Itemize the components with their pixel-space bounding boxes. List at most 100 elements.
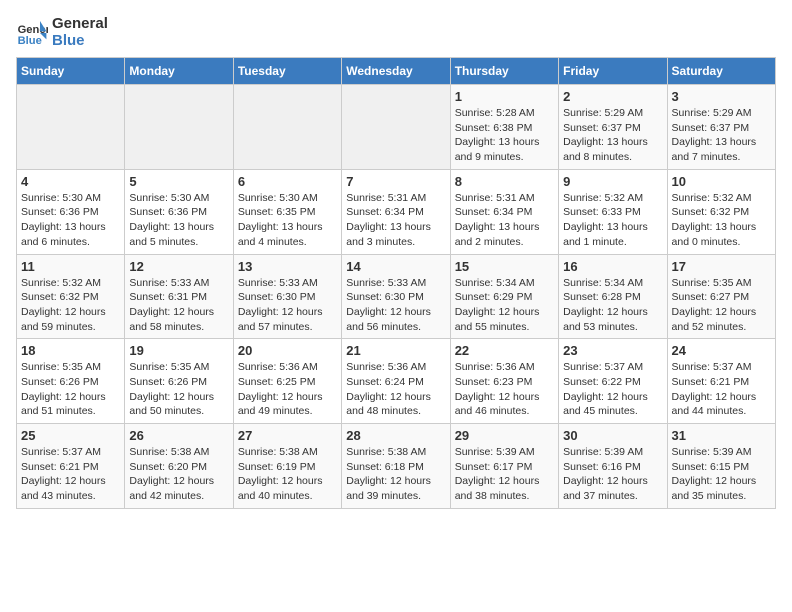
page-header: General Blue General Blue bbox=[16, 16, 776, 49]
day-info: Sunrise: 5:28 AMSunset: 6:38 PMDaylight:… bbox=[455, 106, 554, 165]
day-info: Sunrise: 5:37 AMSunset: 6:22 PMDaylight:… bbox=[563, 360, 662, 419]
header-cell-wednesday: Wednesday bbox=[342, 58, 450, 85]
calendar-cell: 1 Sunrise: 5:28 AMSunset: 6:38 PMDaylight… bbox=[450, 85, 558, 170]
day-info: Sunrise: 5:33 AMSunset: 6:30 PMDaylight:… bbox=[238, 276, 337, 335]
calendar-cell: 4 Sunrise: 5:30 AMSunset: 6:36 PMDaylight… bbox=[17, 169, 125, 254]
day-number: 24 bbox=[672, 343, 771, 358]
day-info: Sunrise: 5:36 AMSunset: 6:25 PMDaylight:… bbox=[238, 360, 337, 419]
day-info: Sunrise: 5:34 AMSunset: 6:29 PMDaylight:… bbox=[455, 276, 554, 335]
day-info: Sunrise: 5:39 AMSunset: 6:17 PMDaylight:… bbox=[455, 445, 554, 504]
calendar-week-2: 4 Sunrise: 5:30 AMSunset: 6:36 PMDaylight… bbox=[17, 169, 776, 254]
day-info: Sunrise: 5:30 AMSunset: 6:36 PMDaylight:… bbox=[21, 191, 120, 250]
header-cell-thursday: Thursday bbox=[450, 58, 558, 85]
calendar-cell: 16 Sunrise: 5:34 AMSunset: 6:28 PMDayligh… bbox=[559, 254, 667, 339]
calendar-table: SundayMondayTuesdayWednesdayThursdayFrid… bbox=[16, 57, 776, 509]
header-cell-monday: Monday bbox=[125, 58, 233, 85]
day-number: 18 bbox=[21, 343, 120, 358]
day-number: 14 bbox=[346, 259, 445, 274]
day-info: Sunrise: 5:34 AMSunset: 6:28 PMDaylight:… bbox=[563, 276, 662, 335]
day-info: Sunrise: 5:29 AMSunset: 6:37 PMDaylight:… bbox=[563, 106, 662, 165]
day-number: 20 bbox=[238, 343, 337, 358]
day-number: 19 bbox=[129, 343, 228, 358]
calendar-cell: 24 Sunrise: 5:37 AMSunset: 6:21 PMDayligh… bbox=[667, 339, 775, 424]
day-number: 22 bbox=[455, 343, 554, 358]
calendar-cell: 10Sunrise: 5:32 AMSunset: 6:32 PMDayligh… bbox=[667, 169, 775, 254]
logo-icon: General Blue bbox=[16, 17, 48, 49]
header-cell-saturday: Saturday bbox=[667, 58, 775, 85]
day-info: Sunrise: 5:30 AMSunset: 6:36 PMDaylight:… bbox=[129, 191, 228, 250]
day-info: Sunrise: 5:31 AMSunset: 6:34 PMDaylight:… bbox=[346, 191, 445, 250]
calendar-header: SundayMondayTuesdayWednesdayThursdayFrid… bbox=[17, 58, 776, 85]
calendar-cell: 21Sunrise: 5:36 AMSunset: 6:24 PMDayligh… bbox=[342, 339, 450, 424]
day-info: Sunrise: 5:39 AMSunset: 6:15 PMDaylight:… bbox=[672, 445, 771, 504]
day-info: Sunrise: 5:33 AMSunset: 6:30 PMDaylight:… bbox=[346, 276, 445, 335]
day-number: 1 bbox=[455, 89, 554, 104]
day-number: 3 bbox=[672, 89, 771, 104]
day-info: Sunrise: 5:32 AMSunset: 6:33 PMDaylight:… bbox=[563, 191, 662, 250]
calendar-cell: 27 Sunrise: 5:38 AMSunset: 6:19 PMDayligh… bbox=[233, 424, 341, 509]
calendar-week-1: 1 Sunrise: 5:28 AMSunset: 6:38 PMDaylight… bbox=[17, 85, 776, 170]
day-info: Sunrise: 5:38 AMSunset: 6:18 PMDaylight:… bbox=[346, 445, 445, 504]
logo-name: General bbox=[52, 16, 108, 33]
day-info: Sunrise: 5:38 AMSunset: 6:20 PMDaylight:… bbox=[129, 445, 228, 504]
day-number: 26 bbox=[129, 428, 228, 443]
calendar-cell: 28 Sunrise: 5:38 AMSunset: 6:18 PMDayligh… bbox=[342, 424, 450, 509]
day-number: 16 bbox=[563, 259, 662, 274]
calendar-cell: 20 Sunrise: 5:36 AMSunset: 6:25 PMDayligh… bbox=[233, 339, 341, 424]
calendar-cell: 8Sunrise: 5:31 AMSunset: 6:34 PMDaylight… bbox=[450, 169, 558, 254]
calendar-cell: 6 Sunrise: 5:30 AMSunset: 6:35 PMDaylight… bbox=[233, 169, 341, 254]
header-cell-sunday: Sunday bbox=[17, 58, 125, 85]
header-cell-friday: Friday bbox=[559, 58, 667, 85]
header-row: SundayMondayTuesdayWednesdayThursdayFrid… bbox=[17, 58, 776, 85]
day-number: 2 bbox=[563, 89, 662, 104]
day-info: Sunrise: 5:37 AMSunset: 6:21 PMDaylight:… bbox=[672, 360, 771, 419]
day-info: Sunrise: 5:39 AMSunset: 6:16 PMDaylight:… bbox=[563, 445, 662, 504]
logo: General Blue General Blue bbox=[16, 16, 108, 49]
day-info: Sunrise: 5:32 AMSunset: 6:32 PMDaylight:… bbox=[672, 191, 771, 250]
calendar-cell: 22 Sunrise: 5:36 AMSunset: 6:23 PMDayligh… bbox=[450, 339, 558, 424]
calendar-cell: 5 Sunrise: 5:30 AMSunset: 6:36 PMDaylight… bbox=[125, 169, 233, 254]
day-number: 27 bbox=[238, 428, 337, 443]
day-number: 30 bbox=[563, 428, 662, 443]
calendar-cell: 31Sunrise: 5:39 AMSunset: 6:15 PMDayligh… bbox=[667, 424, 775, 509]
calendar-cell: 17Sunrise: 5:35 AMSunset: 6:27 PMDayligh… bbox=[667, 254, 775, 339]
calendar-cell: 12 Sunrise: 5:33 AMSunset: 6:31 PMDayligh… bbox=[125, 254, 233, 339]
day-info: Sunrise: 5:38 AMSunset: 6:19 PMDaylight:… bbox=[238, 445, 337, 504]
calendar-cell bbox=[342, 85, 450, 170]
day-info: Sunrise: 5:33 AMSunset: 6:31 PMDaylight:… bbox=[129, 276, 228, 335]
calendar-cell bbox=[125, 85, 233, 170]
calendar-week-5: 25Sunrise: 5:37 AMSunset: 6:21 PMDayligh… bbox=[17, 424, 776, 509]
day-info: Sunrise: 5:35 AMSunset: 6:26 PMDaylight:… bbox=[129, 360, 228, 419]
day-info: Sunrise: 5:31 AMSunset: 6:34 PMDaylight:… bbox=[455, 191, 554, 250]
day-number: 11 bbox=[21, 259, 120, 274]
day-info: Sunrise: 5:32 AMSunset: 6:32 PMDaylight:… bbox=[21, 276, 120, 335]
day-number: 7 bbox=[346, 174, 445, 189]
day-number: 9 bbox=[563, 174, 662, 189]
day-number: 4 bbox=[21, 174, 120, 189]
day-number: 23 bbox=[563, 343, 662, 358]
calendar-cell: 13 Sunrise: 5:33 AMSunset: 6:30 PMDayligh… bbox=[233, 254, 341, 339]
calendar-cell: 11 Sunrise: 5:32 AMSunset: 6:32 PMDayligh… bbox=[17, 254, 125, 339]
day-number: 21 bbox=[346, 343, 445, 358]
day-number: 13 bbox=[238, 259, 337, 274]
calendar-cell: 19 Sunrise: 5:35 AMSunset: 6:26 PMDayligh… bbox=[125, 339, 233, 424]
day-info: Sunrise: 5:35 AMSunset: 6:26 PMDaylight:… bbox=[21, 360, 120, 419]
calendar-cell: 15 Sunrise: 5:34 AMSunset: 6:29 PMDayligh… bbox=[450, 254, 558, 339]
calendar-cell: 23 Sunrise: 5:37 AMSunset: 6:22 PMDayligh… bbox=[559, 339, 667, 424]
day-number: 5 bbox=[129, 174, 228, 189]
calendar-week-3: 11 Sunrise: 5:32 AMSunset: 6:32 PMDayligh… bbox=[17, 254, 776, 339]
day-info: Sunrise: 5:35 AMSunset: 6:27 PMDaylight:… bbox=[672, 276, 771, 335]
day-number: 6 bbox=[238, 174, 337, 189]
day-number: 28 bbox=[346, 428, 445, 443]
calendar-cell: 9 Sunrise: 5:32 AMSunset: 6:33 PMDaylight… bbox=[559, 169, 667, 254]
calendar-cell: 3Sunrise: 5:29 AMSunset: 6:37 PMDaylight… bbox=[667, 85, 775, 170]
calendar-cell: 7 Sunrise: 5:31 AMSunset: 6:34 PMDaylight… bbox=[342, 169, 450, 254]
calendar-cell: 18 Sunrise: 5:35 AMSunset: 6:26 PMDayligh… bbox=[17, 339, 125, 424]
day-number: 12 bbox=[129, 259, 228, 274]
calendar-cell: 2 Sunrise: 5:29 AMSunset: 6:37 PMDaylight… bbox=[559, 85, 667, 170]
day-info: Sunrise: 5:30 AMSunset: 6:35 PMDaylight:… bbox=[238, 191, 337, 250]
calendar-body: 1 Sunrise: 5:28 AMSunset: 6:38 PMDaylight… bbox=[17, 85, 776, 509]
day-number: 15 bbox=[455, 259, 554, 274]
day-info: Sunrise: 5:36 AMSunset: 6:23 PMDaylight:… bbox=[455, 360, 554, 419]
calendar-cell bbox=[233, 85, 341, 170]
